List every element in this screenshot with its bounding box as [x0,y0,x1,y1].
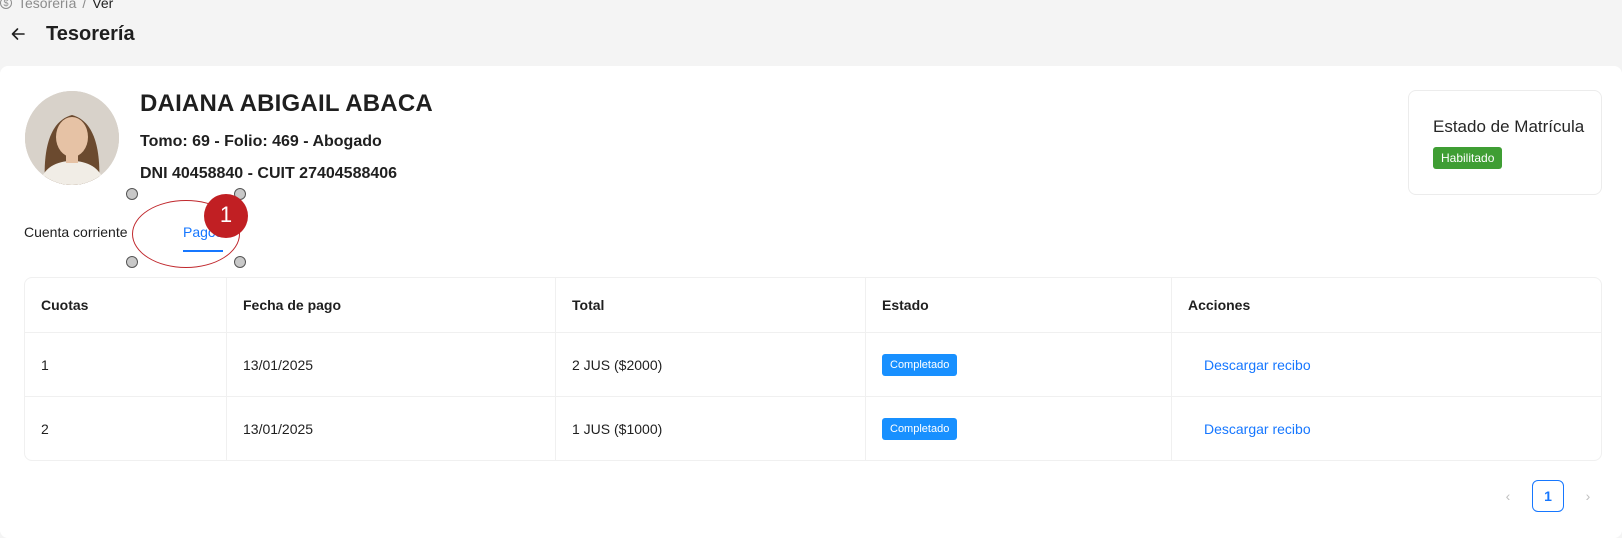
status-title: Estado de Matrícula [1433,117,1585,136]
cell-estado: Completado [866,333,1172,396]
column-header-fecha: Fecha de pago [227,278,556,332]
status-badge: Completado [882,417,958,440]
avatar [25,91,119,185]
table-row: 1 13/01/2025 2 JUS ($2000) Completado De… [25,333,1601,397]
pagination: ‹ 1 › [1492,480,1604,512]
annotation-handle-top-left[interactable] [126,188,138,200]
cell-total: 2 JUS ($2000) [556,333,866,396]
column-header-acciones: Acciones [1188,297,1251,313]
annotation-handle-bottom-right[interactable] [234,256,246,268]
cell-cuota: 2 [25,397,227,460]
content-card: DAIANA ABIGAIL ABACA Tomo: 69 - Folio: 4… [0,66,1622,538]
cell-total: 1 JUS ($1000) [556,397,866,460]
chevron-left-icon[interactable]: ‹ [1492,480,1524,512]
cell-estado: Completado [866,397,1172,460]
cell-acciones: Descargar recibo [1172,397,1601,460]
breadcrumb-separator: / [82,0,87,11]
payments-table: Cuotas Fecha de pago Total Estado Accion… [24,277,1602,461]
profile-name: DAIANA ABIGAIL ABACA [140,90,433,117]
download-receipt-link[interactable]: Descargar recibo [1204,357,1311,373]
annotation-number-badge[interactable]: 1 [204,194,248,238]
breadcrumb: $ Tesorería / Ver [0,0,114,11]
page-number-button[interactable]: 1 [1532,480,1564,512]
back-button[interactable] [2,18,34,50]
status-badge: Completado [882,353,958,376]
column-header-cuotas: Cuotas [25,278,227,332]
annotation-handle-bottom-left[interactable] [126,256,138,268]
cell-fecha: 13/01/2025 [227,333,556,396]
cell-acciones: Descargar recibo [1172,333,1601,396]
cell-cuota: 1 [25,333,227,396]
status-badge: Habilitado [1433,147,1503,169]
profile-registration: Tomo: 69 - Folio: 469 - Abogado [140,133,382,150]
page-title: Tesorería [46,22,135,45]
download-receipt-link[interactable]: Descargar recibo [1204,421,1311,437]
profile-ids: DNI 40458840 - CUIT 27404588406 [140,165,398,182]
dollar-circle-icon: $ [0,0,12,9]
cell-fecha: 13/01/2025 [227,397,556,460]
table-row: 2 13/01/2025 1 JUS ($1000) Completado De… [25,397,1601,460]
table-header-row: Cuotas Fecha de pago Total Estado Accion… [25,278,1601,333]
breadcrumb-root[interactable]: Tesorería [18,0,76,11]
breadcrumb-current: Ver [92,0,114,11]
column-header-estado: Estado [866,278,1172,332]
column-header-total: Total [556,278,866,332]
arrow-left-icon [11,28,25,40]
chevron-right-icon[interactable]: › [1572,480,1604,512]
page-header: Tesorería [0,18,135,50]
status-card: Estado de Matrícula Habilitado [1408,90,1602,195]
